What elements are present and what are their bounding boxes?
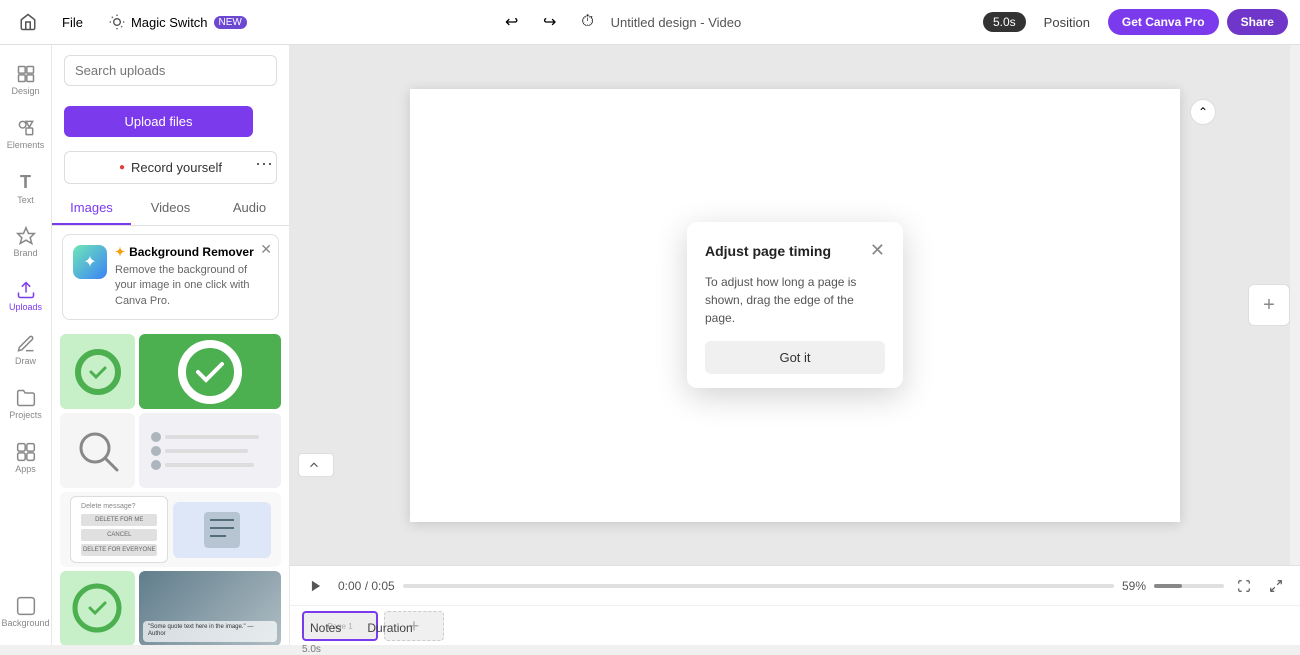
fit-button[interactable] (1232, 574, 1256, 598)
sidebar-brand-label: Brand (13, 248, 37, 258)
panel-header (52, 45, 289, 92)
sidebar-item-projects[interactable]: Projects (6, 379, 46, 429)
home-button[interactable] (12, 6, 44, 38)
sidebar-design-label: Design (11, 86, 39, 96)
more-options-button[interactable]: ⋯ (251, 150, 277, 179)
sidebar-item-elements[interactable]: Elements (6, 109, 46, 159)
position-button[interactable]: Position (1034, 11, 1100, 34)
star-icon: ✦ (115, 245, 125, 259)
zoom-slider[interactable] (1154, 584, 1224, 588)
canvas-scrollbar[interactable] (1290, 45, 1300, 565)
tab-audio[interactable]: Audio (210, 192, 289, 225)
sidebar-text-label: Text (17, 195, 34, 205)
record-icon: ● (119, 162, 125, 173)
timer-button[interactable]: ⏱ (573, 7, 603, 37)
bg-remover-description: Remove the background of your image in o… (115, 263, 268, 309)
magic-badge: NEW (214, 16, 247, 29)
modal-title: Adjust page timing (705, 243, 831, 259)
thumbnail-item[interactable]: Delete message? DELETE FOR ME CANCEL DEL… (60, 492, 281, 567)
thumbnail-item[interactable] (60, 334, 135, 409)
upload-files-button[interactable]: Upload files (64, 106, 253, 137)
timing-modal: Adjust page timing ✕ To adjust how long … (687, 222, 903, 388)
modal-body: To adjust how long a page is shown, drag… (705, 273, 885, 327)
page-duration-label: 5.0s (302, 644, 321, 655)
sidebar-background-label: Background (1, 618, 49, 628)
uploads-panel: Upload files ⋯ ● Record yourself Images … (52, 45, 290, 645)
thumbnail-item[interactable]: "Some quote text here in the image." — A… (139, 571, 281, 645)
sidebar-item-brand[interactable]: Brand (6, 217, 46, 267)
notes-button[interactable]: Notes (302, 617, 349, 639)
timeline-area: Page 1 5.0s + (290, 606, 1300, 646)
sidebar-item-uploads[interactable]: Uploads (6, 271, 46, 321)
duration-display[interactable]: 5.0s (983, 12, 1026, 32)
modal-header: Adjust page timing ✕ (705, 240, 885, 261)
timeline-track[interactable] (403, 584, 1114, 588)
design-title: Untitled design - Video (611, 15, 742, 30)
canvas-nav-up-button[interactable]: ⌃ (1190, 99, 1216, 125)
bg-remover-icon: ✦ (73, 245, 107, 279)
magic-switch-label: Magic Switch (131, 15, 208, 30)
sidebar-item-draw[interactable]: Draw (6, 325, 46, 375)
bg-remover-title: ✦ Background Remover (115, 245, 268, 259)
sidebar-elements-label: Elements (7, 140, 45, 150)
search-input[interactable] (64, 55, 277, 86)
play-button[interactable] (302, 572, 330, 600)
thumbnail-item[interactable] (60, 571, 135, 645)
sidebar: Design Elements T Text Brand Uploads Dra… (0, 45, 52, 645)
bg-remover-banner: ✕ ✦ ✦ Background Remover Remove the back… (62, 234, 279, 320)
sidebar-apps-label: Apps (15, 464, 36, 474)
bottom-actions: Notes Duration (290, 610, 433, 645)
canvas-area: ⌃ + Adjust page timing ✕ To adjust how l… (290, 45, 1300, 565)
add-page-button[interactable]: + (1248, 284, 1290, 326)
got-it-button[interactable]: Got it (705, 341, 885, 374)
zoom-display: 59% (1122, 579, 1146, 593)
sidebar-item-background[interactable]: Background (6, 587, 46, 637)
sidebar-projects-label: Projects (9, 410, 42, 420)
duration-button[interactable]: Duration (359, 617, 420, 639)
thumbnail-item[interactable] (60, 413, 135, 488)
record-yourself-button[interactable]: ● Record yourself (64, 151, 277, 184)
sidebar-item-text[interactable]: T Text (6, 163, 46, 213)
sidebar-item-apps[interactable]: Apps (6, 433, 46, 483)
tabs: Images Videos Audio (52, 192, 289, 226)
share-button[interactable]: Share (1227, 9, 1288, 35)
topbar: File Magic Switch NEW ↩ ↪ ⏱ Untitled des… (0, 0, 1300, 45)
timeline-controls: 0:00 / 0:05 59% (290, 566, 1300, 606)
redo-button[interactable]: ↪ (535, 7, 565, 37)
get-canva-button[interactable]: Get Canva Pro (1108, 9, 1219, 35)
bottom-bar: 0:00 / 0:05 59% Page 1 5.0s + (290, 565, 1300, 645)
time-display: 0:00 / 0:05 (338, 579, 395, 593)
modal-close-button[interactable]: ✕ (870, 240, 885, 261)
hide-pages-button[interactable] (298, 453, 334, 477)
file-menu-button[interactable]: File (54, 11, 91, 34)
sidebar-uploads-label: Uploads (9, 302, 42, 312)
tab-images[interactable]: Images (52, 192, 131, 225)
sidebar-draw-label: Draw (15, 356, 36, 366)
tab-videos[interactable]: Videos (131, 192, 210, 225)
undo-button[interactable]: ↩ (497, 7, 527, 37)
thumbnail-item[interactable] (139, 334, 281, 409)
expand-button[interactable] (1264, 574, 1288, 598)
thumbnails-grid: Delete message? DELETE FOR ME CANCEL DEL… (52, 328, 289, 645)
bg-remover-close-button[interactable]: ✕ (260, 241, 272, 258)
sidebar-item-design[interactable]: Design (6, 55, 46, 105)
thumbnail-item[interactable] (139, 413, 281, 488)
magic-switch-button[interactable]: Magic Switch NEW (101, 10, 255, 34)
